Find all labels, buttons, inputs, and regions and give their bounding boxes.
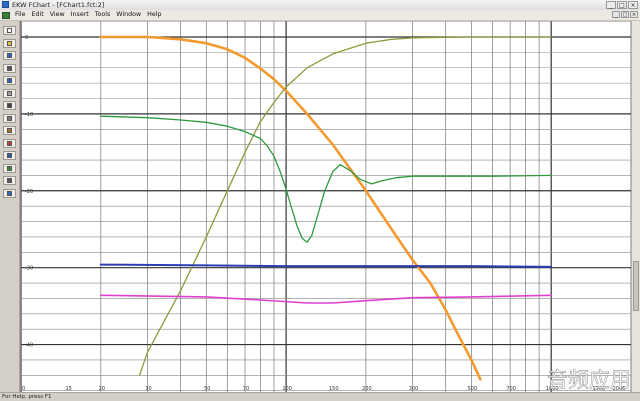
paste-icon [7,90,12,96]
pen-icon [7,128,12,133]
y-tick-label: 0 [25,35,28,41]
minimize-button[interactable]: _ [606,1,616,9]
y-tick-label: -30 [25,266,33,272]
line-tool-icon [7,153,12,158]
new-document-button[interactable] [3,26,16,35]
open-folder-icon [7,40,12,46]
maximize-button[interactable]: □ [617,1,627,9]
menu-insert[interactable]: Insert [68,10,92,20]
watermark-text: 音频应用 [547,368,631,392]
eraser-icon [7,140,12,146]
y-tick-label: -20 [25,189,33,195]
document-icon[interactable] [2,11,10,19]
zoom-icon [7,115,12,121]
curve-tool-button[interactable] [3,163,16,173]
series-line-4 [99,263,553,268]
frequency-response-chart: 1015203050701001502003005007001000150020… [19,21,632,392]
menu-view[interactable]: View [47,10,68,20]
menu-tools[interactable]: Tools [92,10,114,20]
help-button[interactable] [3,188,16,198]
y-tick-labels: 0 -10 -20 -30 -40 [25,35,33,349]
menu-file[interactable]: File [12,10,29,20]
doc-restore-button[interactable]: □ [621,11,629,18]
paste-button[interactable] [3,88,16,98]
scrollbar-thumb[interactable] [633,261,639,311]
close-button[interactable]: × [628,1,638,9]
menu-bar: File Edit View Insert Tools Window Help [0,10,640,21]
new-document-icon [7,28,12,33]
y-tick-label: -10 [25,112,33,118]
pen-button[interactable] [3,126,16,135]
vertical-scrollbar[interactable] [631,21,640,392]
app-icon [2,1,9,8]
help-icon [7,190,12,196]
watermark: 音频应用 [547,368,631,392]
chart-grid [20,21,632,392]
curve-tool-icon [7,165,12,171]
save-icon [7,53,12,58]
copy-icon [7,78,12,83]
document-window-controls: _ □ × [612,11,638,18]
open-folder-button[interactable] [3,38,16,48]
series-line-5 [100,294,552,304]
save-button[interactable] [3,51,16,60]
menu-window[interactable]: Window [113,10,144,20]
vertical-toolbar [0,21,20,392]
y-tick-label: -40 [25,343,33,349]
doc-minimize-button[interactable]: _ [612,11,620,18]
chart-area: 1015203050701001502003005007001000150020… [19,21,632,392]
cut-button[interactable] [3,63,16,73]
fill-tool-icon [7,178,12,183]
print-icon [7,103,12,108]
menu-help[interactable]: Help [144,10,164,20]
window-title: EKW FChart - [FChart1.fct:2] [12,1,105,9]
print-button[interactable] [3,101,16,110]
copy-button[interactable] [3,76,16,85]
eraser-button[interactable] [3,138,16,148]
menu-edit[interactable]: Edit [29,10,47,20]
fill-tool-button[interactable] [3,176,16,185]
window-controls: _ □ × [606,1,638,9]
zoom-button[interactable] [3,113,16,123]
doc-close-button[interactable]: × [630,11,638,18]
chart-series [99,35,553,381]
series-line-1 [99,35,482,381]
cut-icon [7,65,12,71]
line-tool-button[interactable] [3,151,16,160]
